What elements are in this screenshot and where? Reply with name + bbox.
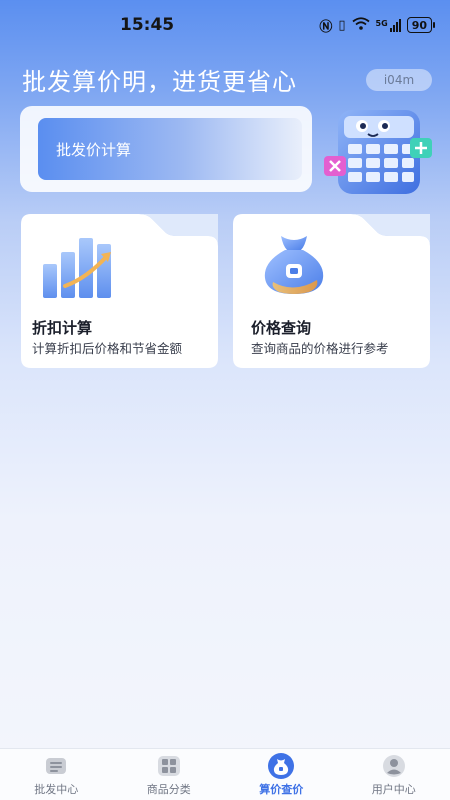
vibrate-icon: ▯ — [338, 17, 346, 33]
tab-label: 用户中心 — [371, 783, 416, 796]
money-bag-icon — [267, 753, 295, 779]
signal-icon: 5G — [375, 18, 401, 32]
calculator-banner: 批发价计算 — [20, 106, 312, 192]
tab-label: 算价查价 — [259, 783, 304, 796]
status-bar: 15:45 Ⓝ ▯ 5G 90 — [0, 0, 450, 50]
user-id-chip[interactable]: i04m — [366, 69, 432, 91]
money-bag-illustration — [264, 236, 324, 294]
wifi-icon — [351, 16, 370, 34]
network-type: 5G — [375, 18, 388, 28]
card-title: 价格查询 — [251, 319, 312, 337]
card-subtitle: 查询商品的价格进行参考 — [251, 341, 389, 356]
battery-level: 90 — [411, 18, 427, 32]
tab-product-category[interactable]: 商品分类 — [113, 749, 225, 797]
wholesale-price-calc-button[interactable]: 批发价计算 — [38, 118, 302, 180]
status-time: 15:45 — [120, 15, 175, 35]
card-title: 折扣计算 — [32, 319, 93, 337]
card-subtitle: 计算折扣后价格和节省金额 — [32, 341, 183, 356]
battery-icon: 90 — [406, 17, 436, 33]
tab-price-calc[interactable]: 算价查价 — [225, 749, 337, 797]
bottom-tab-bar: 批发中心 商品分类 算价查价 用户中心 — [0, 748, 450, 800]
tab-wholesale-center[interactable]: 批发中心 — [0, 749, 112, 797]
user-icon — [380, 753, 408, 779]
status-icons: Ⓝ ▯ 5G 90 — [319, 16, 436, 35]
price-query-card[interactable]: 价格查询 查询商品的价格进行参考 — [233, 214, 430, 368]
tab-label: 批发中心 — [34, 783, 79, 796]
calculator-illustration — [324, 110, 432, 194]
nfc-icon: Ⓝ — [319, 19, 333, 35]
wholesale-price-calc-label: 批发价计算 — [56, 140, 132, 159]
tab-user-center[interactable]: 用户中心 — [338, 749, 450, 797]
discount-calc-card[interactable]: 折扣计算 计算折扣后价格和节省金额 — [21, 214, 218, 368]
tab-label: 商品分类 — [146, 783, 191, 796]
bar-chart-illustration — [43, 238, 111, 298]
page-slogan: 批发算价明，进货更省心 — [22, 68, 297, 96]
grid-icon — [155, 753, 183, 779]
store-icon — [42, 753, 70, 779]
